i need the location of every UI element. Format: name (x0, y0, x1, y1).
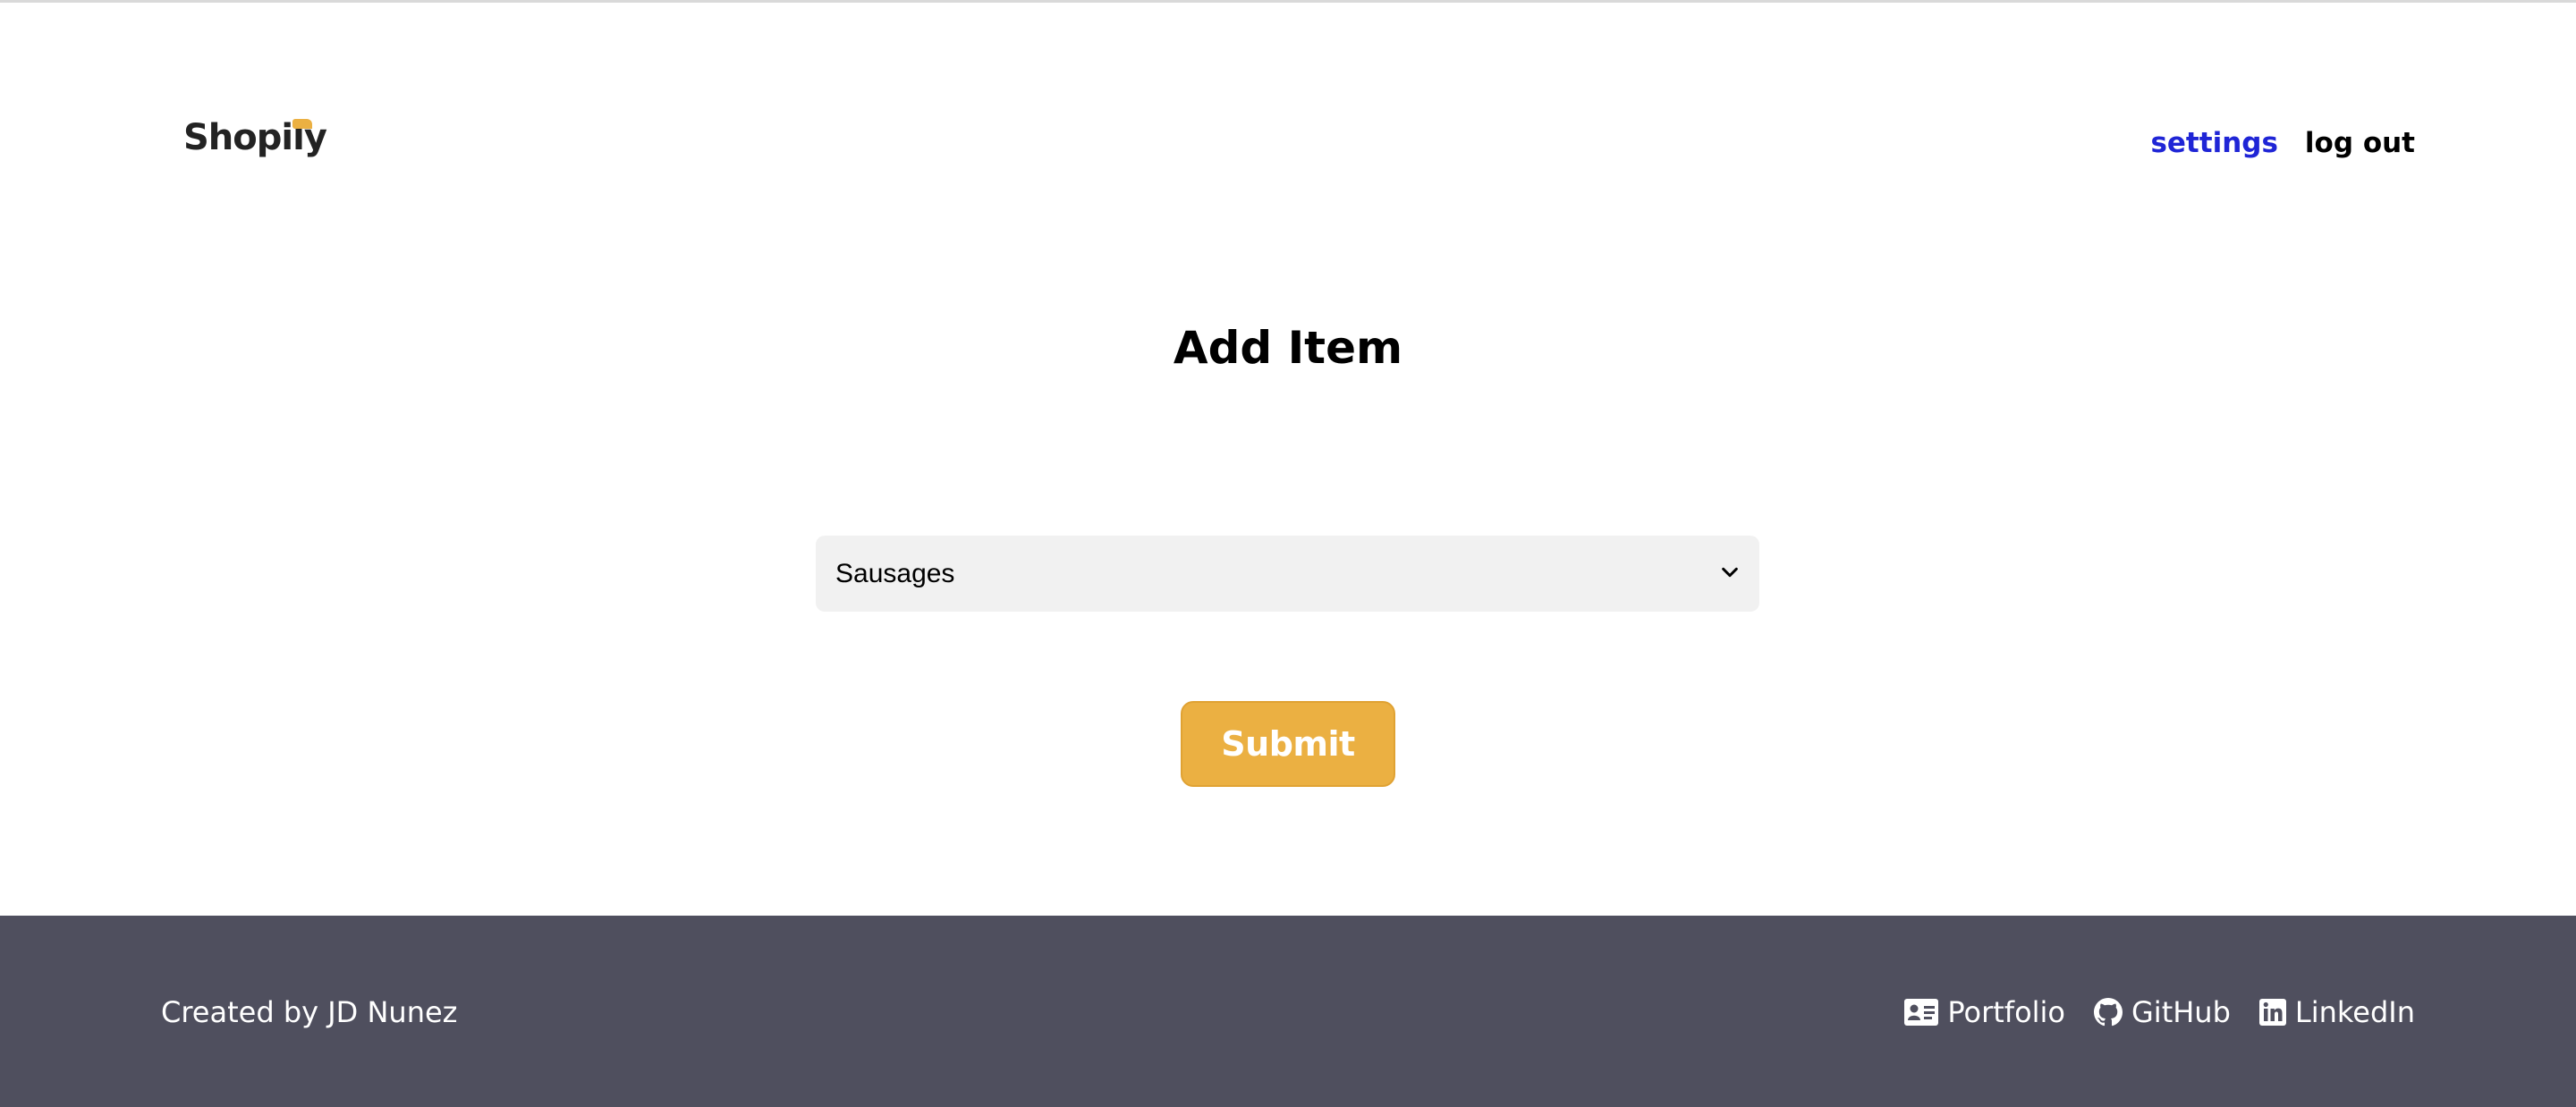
linkedin-link[interactable]: LinkedIn (2258, 992, 2415, 1033)
logo-flag-icon (292, 119, 312, 129)
github-icon (2094, 998, 2123, 1027)
logout-link[interactable]: log out (2305, 125, 2415, 161)
item-select-value: Sausages (835, 559, 955, 588)
linkedin-link-label: LinkedIn (2294, 995, 2415, 1029)
submit-button[interactable]: Submit (1181, 701, 1395, 787)
linkedin-icon (2258, 999, 2286, 1026)
github-link[interactable]: GitHub (2094, 992, 2231, 1033)
shopily-logo[interactable]: Shopily (183, 114, 327, 161)
item-select[interactable]: Sausages (816, 536, 1759, 612)
footer: Created by JD Nunez Portfolio GitHub Lin… (0, 916, 2576, 1107)
github-link-label: GitHub (2131, 995, 2231, 1029)
portfolio-link[interactable]: Portfolio (1904, 992, 2065, 1033)
footer-credit: Created by JD Nunez (161, 995, 458, 1029)
footer-links: Portfolio GitHub LinkedIn (1904, 992, 2415, 1033)
id-card-icon (1904, 999, 1939, 1026)
portfolio-link-label: Portfolio (1947, 995, 2065, 1029)
top-nav: settings log out (2150, 125, 2415, 161)
page-title: Add Item (1173, 322, 1403, 374)
chevron-down-icon (1722, 567, 1738, 578)
settings-link[interactable]: settings (2150, 125, 2277, 161)
top-border (0, 0, 2576, 3)
